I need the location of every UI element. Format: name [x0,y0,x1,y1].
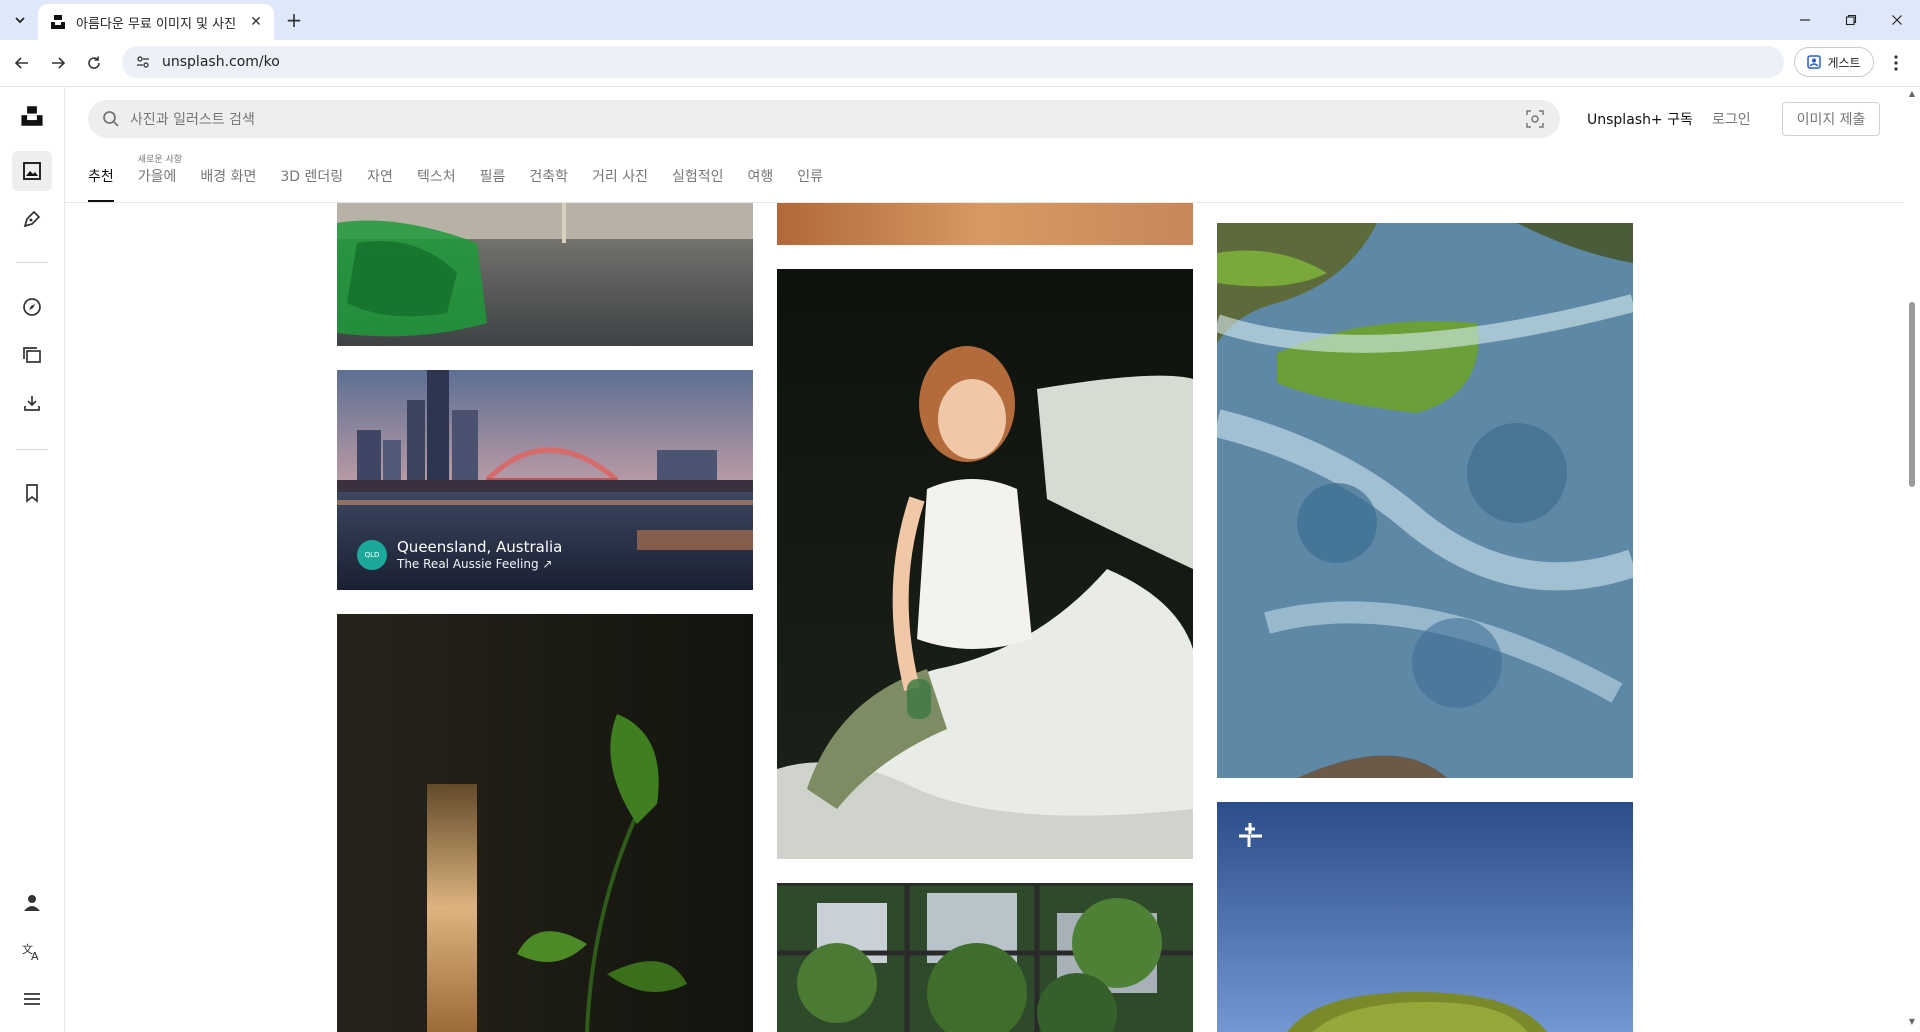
address-bar-row: unsplash.com/ko 게스트 [0,40,1920,87]
download-icon[interactable] [12,383,52,423]
bookmark-icon[interactable] [12,473,52,513]
user-icon[interactable] [12,883,52,923]
photo-image [777,883,1193,1032]
photo-moss-sky-plus[interactable] [1217,802,1633,1032]
rail-divider [16,262,48,263]
reload-icon[interactable] [82,51,106,75]
browser-menu-icon[interactable] [1884,51,1908,75]
url-text: unsplash.com/ko [162,54,280,70]
restore-icon[interactable] [1828,0,1874,40]
left-rail: 文A [0,87,65,1032]
svg-text:A: A [31,950,39,961]
photo-greenhouse[interactable] [777,883,1193,1032]
guest-profile-button[interactable]: 게스트 [1794,47,1874,77]
visual-search-icon[interactable] [1526,110,1544,128]
scroll-up-icon[interactable]: ▲ [1907,89,1917,99]
guest-label: 게스트 [1827,55,1861,70]
page-scrollbar[interactable]: ▲ ▼ [1904,87,1920,1032]
photo-aerial-river[interactable] [1217,223,1633,778]
browser-tab[interactable]: 아름다운 무료 이미지 및 사진 ✕ [38,4,274,40]
profile-icon [1807,55,1822,69]
tab-nature[interactable]: 자연 [355,150,405,202]
tab-close-icon[interactable]: ✕ [246,14,266,30]
tab-street-photography[interactable]: 거리 사진 [580,150,660,202]
rail-divider [16,449,48,450]
tab-experimental[interactable]: 실험적인 [660,150,736,202]
sponsor-name: Queensland, Australia [397,538,563,556]
tab-autumn[interactable]: 새로운 사항 가을에 [126,150,189,202]
language-icon[interactable]: 文A [12,931,52,971]
search-input[interactable]: 사진과 일러스트 검색 [130,109,255,129]
tab-search-chevron-icon[interactable] [8,8,32,32]
photos-icon[interactable] [12,151,52,191]
sponsored-photo-queensland[interactable]: QLD Queensland, Australia The Real Aussi… [337,370,753,590]
photo-wood-warm[interactable] [777,203,1193,245]
unsplash-plus-icon [1239,823,1262,847]
photo-image [337,203,753,346]
search-icon [103,111,119,127]
scroll-down-icon[interactable]: ▼ [1907,1017,1917,1027]
tab-featured[interactable]: 추천 [88,150,126,202]
photo-image [777,203,1193,245]
forward-icon[interactable] [46,51,70,75]
collections-icon[interactable] [12,335,52,375]
browser-tab-bar: 아름다운 무료 이미지 및 사진 ✕ + [0,0,1920,40]
menu-icon[interactable] [12,979,52,1019]
scroll-thumb[interactable] [1909,302,1915,487]
new-tab-icon[interactable]: + [282,8,306,32]
photo-street-motion[interactable] [337,203,753,346]
sponsor-overlay[interactable]: QLD Queensland, Australia The Real Aussi… [357,538,562,572]
tab-travel[interactable]: 여행 [736,150,786,202]
omnibox[interactable]: unsplash.com/ko [122,46,1784,78]
login-link[interactable]: 로그인 [1712,100,1751,138]
photo-image [777,269,1193,859]
photo-plant-light[interactable] [337,614,753,1032]
tab-title: 아름다운 무료 이미지 및 사진 [76,16,237,32]
illustrations-icon[interactable] [12,199,52,239]
sponsor-logo: QLD [357,540,387,570]
photo-woman-in-bed[interactable] [777,269,1193,859]
tab-textures[interactable]: 텍스처 [405,150,468,202]
explore-icon[interactable] [12,287,52,327]
tab-architecture[interactable]: 건축학 [517,150,580,202]
subscribe-link[interactable]: Unsplash+ 구독 [1587,100,1693,138]
tab-3d-renders[interactable]: 3D 렌더링 [268,150,355,202]
sponsor-tagline[interactable]: The Real Aussie Feeling ↗ [397,556,562,572]
unsplash-favicon-icon [50,14,66,30]
unsplash-logo-icon[interactable] [12,96,52,136]
tab-wallpapers[interactable]: 배경 화면 [188,150,268,202]
submit-image-button[interactable]: 이미지 제출 [1782,102,1880,136]
photo-image [1217,223,1633,778]
search-bar[interactable]: 사진과 일러스트 검색 [88,100,1560,138]
tab-film[interactable]: 필름 [468,150,518,202]
minimize-icon[interactable] [1782,0,1828,40]
photo-image [337,614,753,1032]
new-badge: 새로운 사항 [137,155,183,165]
tab-people[interactable]: 인류 [785,150,835,202]
photo-image [1217,802,1633,1032]
back-icon[interactable] [10,51,34,75]
close-window-icon[interactable] [1874,0,1920,40]
topic-nav: 추천 새로운 사항 가을에 배경 화면 3D 렌더링 자연 텍스처 필름 건축학 … [88,150,835,202]
site-info-icon[interactable] [134,53,152,71]
